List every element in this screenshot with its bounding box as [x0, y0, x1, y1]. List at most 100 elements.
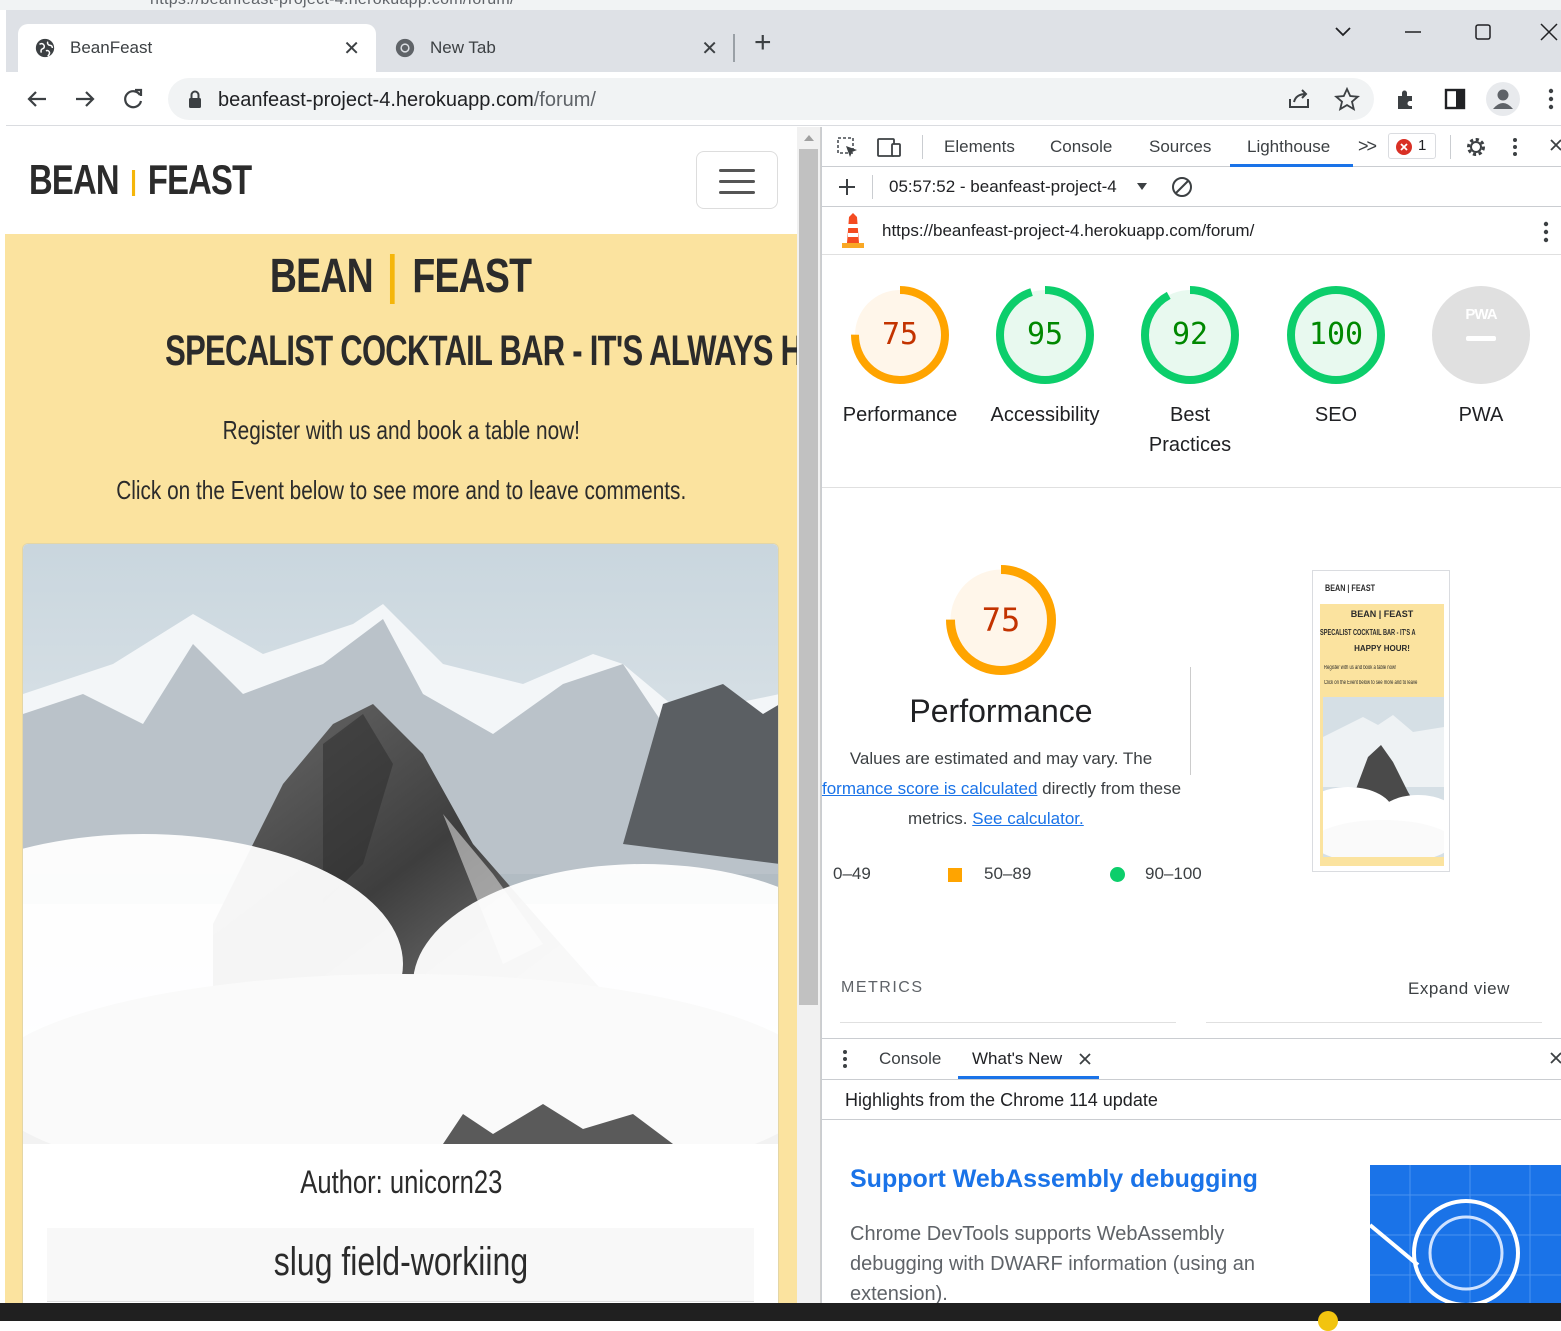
hero-title-wrap: SPECALIST COCKTAIL BAR - IT'S ALWAYS HAP…	[5, 327, 797, 376]
tab-search-icon[interactable]	[1328, 22, 1358, 42]
gauge-label: Accessibility	[990, 404, 1100, 426]
new-report-icon[interactable]	[836, 176, 858, 198]
whats-new-body-1: Chrome DevTools supports WebAssembly	[850, 1223, 1225, 1245]
tab-console[interactable]: Console	[1050, 137, 1112, 157]
perf-desc-line3: metrics. See calculator.	[908, 809, 1084, 829]
thumb-line-1: Register with us and book a table now!	[1324, 665, 1397, 671]
vertical-divider	[1190, 667, 1191, 775]
lighthouse-logo-icon	[842, 213, 864, 248]
tab-lighthouse[interactable]: Lighthouse	[1247, 137, 1330, 157]
address-bar[interactable]: beanfeast-project-4.herokuapp.com/forum/	[168, 78, 1374, 120]
hero-brand-left: BEAN	[270, 250, 374, 303]
clear-reports-icon[interactable]	[1170, 175, 1194, 199]
extensions-icon[interactable]	[1392, 84, 1422, 114]
event-card[interactable]: Author: unicorn23 slug field-workiing	[22, 543, 779, 1303]
hero-brand-wrap: BEAN FEAST	[5, 250, 797, 305]
close-window-icon[interactable]	[1534, 20, 1561, 44]
scroll-up-icon[interactable]	[802, 133, 816, 143]
tab-sources[interactable]: Sources	[1149, 137, 1211, 157]
devtools-split-divider[interactable]	[821, 127, 822, 1303]
legend-fail-label: 0–49	[833, 864, 871, 883]
close-drawer-tab-icon[interactable]	[1078, 1052, 1092, 1066]
gauge-value: 75	[881, 317, 919, 352]
devtools-menu-icon[interactable]	[1508, 135, 1522, 159]
gauge-ring: 75	[851, 286, 949, 384]
taskbar-app-icon[interactable]	[1318, 1311, 1338, 1331]
tab-beanfeast[interactable]: BeanFeast ✕	[18, 24, 376, 72]
lighthouse-url-bar: https://beanfeast-project-4.herokuapp.co…	[822, 207, 1561, 255]
gauge-pwa[interactable]: PWA PWA	[1416, 286, 1546, 430]
gauge-seo[interactable]: 100 SEO	[1271, 286, 1401, 430]
report-url[interactable]: https://beanfeast-project-4.herokuapp.co…	[882, 221, 1254, 241]
post-title-box[interactable]: slug field-workiing	[47, 1228, 754, 1302]
bookmark-star-icon[interactable]	[1334, 87, 1360, 111]
inspect-element-icon[interactable]	[836, 136, 860, 160]
tab-elements[interactable]: Elements	[944, 137, 1015, 157]
scrollbar-thumb[interactable]	[799, 149, 818, 1005]
drawer-tab-console[interactable]: Console	[879, 1049, 941, 1069]
device-toolbar-icon[interactable]	[876, 136, 904, 160]
lock-icon[interactable]	[186, 89, 204, 109]
share-icon[interactable]	[1286, 87, 1312, 111]
fail-triangle-icon	[832, 867, 833, 868]
whats-new-highlight: Highlights from the Chrome 114 update	[822, 1080, 1561, 1120]
side-panel-icon[interactable]	[1440, 84, 1470, 114]
gauge-performance[interactable]: 75 Performance	[835, 286, 965, 430]
devtools-tab-bar: Elements Console Sources Lighthouse >> 1	[822, 127, 1561, 167]
minimize-icon[interactable]	[1398, 22, 1428, 42]
gauge-ring: 92	[1141, 286, 1239, 384]
close-devtools-icon[interactable]	[1548, 137, 1561, 157]
gauge-label: SEO	[1314, 404, 1358, 426]
gauge-ring: 95	[996, 286, 1094, 384]
drawer-tab-whats-new[interactable]: What's New	[972, 1049, 1062, 1069]
dropdown-arrow-icon[interactable]	[1136, 182, 1148, 192]
back-icon[interactable]	[22, 84, 52, 114]
new-tab-button[interactable]: +	[754, 28, 772, 58]
close-tab-icon[interactable]: ✕	[343, 36, 360, 61]
hamburger-line	[719, 180, 755, 183]
thumb-title-1: SPECALIST COCKTAIL BAR - IT'S A	[1320, 628, 1416, 637]
toolbar-divider	[922, 135, 923, 159]
expand-view-button[interactable]: Expand view	[1408, 979, 1510, 999]
post-title[interactable]: slug field-workiing	[273, 1240, 527, 1285]
forward-icon[interactable]	[70, 84, 100, 114]
score-calculated-link[interactable]: formance score is calculated	[822, 779, 1037, 798]
thumb-hero-brand: BEAN | FEAST	[1350, 609, 1414, 619]
final-screenshot-thumbnail[interactable]: BEAN | FEAST BEAN | FEAST SPECALIST COCK…	[1312, 570, 1450, 872]
thumb-hero: BEAN | FEAST SPECALIST COCKTAIL BAR - IT…	[1320, 604, 1444, 866]
person-icon	[1493, 89, 1513, 109]
error-counter[interactable]: 1	[1388, 133, 1436, 159]
page-scrollbar[interactable]	[797, 127, 821, 1303]
close-tab-icon[interactable]: ✕	[701, 36, 718, 61]
section-divider	[822, 487, 1561, 488]
see-calculator-link[interactable]: See calculator.	[972, 809, 1084, 828]
register-text-wrap: Register with us and book a table now!	[5, 415, 797, 446]
hero-brand-divider	[390, 254, 396, 305]
gauge-best-practices[interactable]: 92 Best Practices	[1125, 286, 1255, 460]
drawer-menu-icon[interactable]	[840, 1047, 850, 1071]
os-taskbar	[0, 1303, 1561, 1331]
address-text[interactable]: beanfeast-project-4.herokuapp.com/forum/	[218, 89, 596, 112]
maximize-icon[interactable]	[1468, 20, 1498, 44]
more-tabs-button[interactable]: >>	[1358, 136, 1377, 157]
gauge-accessibility[interactable]: 95 Accessibility	[980, 286, 1110, 430]
menu-kebab-icon[interactable]	[1536, 84, 1561, 114]
tab-new-tab[interactable]: New Tab ✕	[378, 24, 734, 72]
reload-icon[interactable]	[118, 84, 148, 114]
whats-new-heading[interactable]: Support WebAssembly debugging	[850, 1165, 1258, 1194]
close-drawer-icon[interactable]	[1548, 1051, 1561, 1069]
navbar-toggler-button[interactable]	[696, 151, 778, 209]
pwa-dash	[1466, 336, 1496, 341]
report-select[interactable]: 05:57:52 - beanfeast-project-4	[889, 177, 1117, 197]
viewport-left-edge	[0, 127, 5, 1303]
event-image[interactable]	[23, 544, 779, 1144]
report-menu-icon[interactable]	[1540, 219, 1552, 245]
register-text: Register with us and book a table now!	[222, 415, 580, 445]
navbar-brand[interactable]: BEAN FEAST	[29, 157, 252, 203]
address-path: /forum/	[533, 89, 596, 111]
card-author-wrap: Author: unicorn23	[23, 1164, 778, 1201]
settings-gear-icon[interactable]	[1464, 135, 1488, 159]
hero-title: SPECALIST COCKTAIL BAR - IT'S ALWAYS HAP…	[165, 327, 797, 375]
profile-avatar[interactable]	[1486, 82, 1520, 116]
tab-title: New Tab	[430, 38, 496, 57]
